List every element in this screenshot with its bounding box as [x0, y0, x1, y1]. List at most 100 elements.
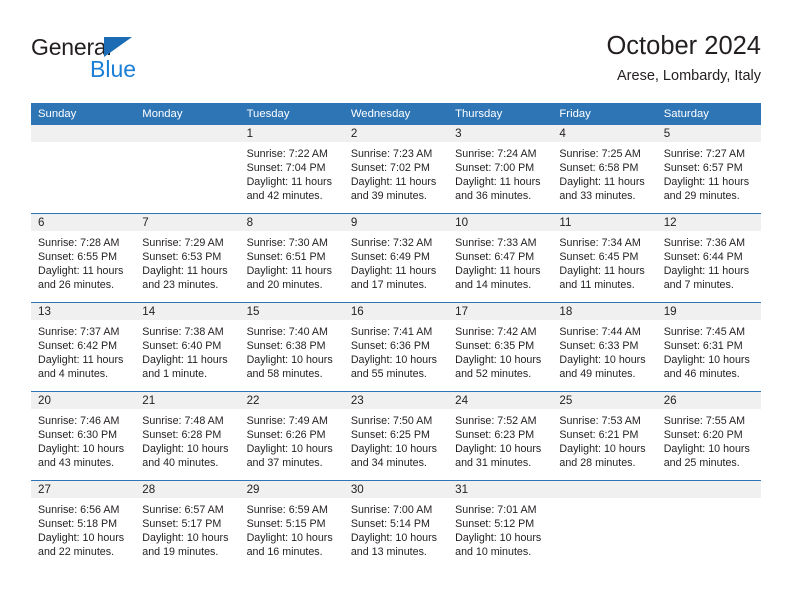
day-number: 30: [343, 481, 449, 498]
day-details: Sunrise: 7:45 AM Sunset: 6:31 PM Daylight:…: [657, 320, 761, 381]
calendar-day-cell[interactable]: 1 Sunrise: 7:22 AM Sunset: 7:04 PM Daylight…: [239, 125, 344, 214]
calendar-day-cell[interactable]: 10 Sunrise: 7:33 AM Sunset: 6:47 PM Dayligh…: [448, 213, 553, 303]
daylight-hours-text: Daylight: 10 hours: [455, 354, 542, 367]
day-number: 10: [448, 214, 553, 231]
sunrise-text: Sunrise: 7:30 AM: [246, 237, 328, 249]
daylight-hours-text: Daylight: 10 hours: [142, 443, 229, 456]
daylight-minutes-text: and 36 minutes.: [455, 190, 532, 203]
sunrise-text: Sunrise: 7:50 AM: [350, 415, 433, 427]
calendar-day-cell[interactable]: 11 Sunrise: 7:34 AM Sunset: 6:45 PM Dayligh…: [552, 213, 657, 303]
sunset-text: Sunset: 6:20 PM: [663, 429, 743, 442]
calendar-day-cell[interactable]: 15 Sunrise: 7:40 AM Sunset: 6:38 PM Dayligh…: [239, 302, 344, 392]
daylight-hours-text: Daylight: 11 hours: [350, 265, 437, 278]
daylight-minutes-text: and 16 minutes.: [246, 546, 323, 559]
sunrise-text: Sunrise: 6:57 AM: [142, 504, 224, 516]
weekday-header-wednesday: Wednesday: [343, 103, 449, 125]
daylight-hours-text: Daylight: 11 hours: [663, 265, 750, 278]
day-number: 16: [343, 303, 449, 320]
daylight-minutes-text: and 14 minutes.: [455, 279, 532, 292]
calendar-day-cell[interactable]: 20 Sunrise: 7:46 AM Sunset: 6:30 PM Dayligh…: [31, 391, 136, 481]
daylight-minutes-text: and 13 minutes.: [350, 546, 427, 559]
calendar-day-cell[interactable]: 14 Sunrise: 7:38 AM Sunset: 6:40 PM Dayligh…: [135, 302, 240, 392]
daylight-hours-text: Daylight: 10 hours: [663, 443, 750, 456]
daylight-minutes-text: and 43 minutes.: [38, 457, 115, 470]
calendar-day-cell[interactable]: 31 Sunrise: 7:01 AM Sunset: 5:12 PM Dayligh…: [448, 480, 553, 569]
calendar-day-cell[interactable]: 13 Sunrise: 7:37 AM Sunset: 6:42 PM Dayligh…: [31, 302, 136, 392]
sunset-text: Sunset: 6:30 PM: [38, 429, 118, 442]
sunset-text: Sunset: 6:35 PM: [455, 340, 535, 353]
daylight-minutes-text: and 10 minutes.: [455, 546, 532, 559]
calendar-day-cell-empty: [31, 125, 136, 214]
calendar-day-cell[interactable]: 30 Sunrise: 7:00 AM Sunset: 5:14 PM Dayligh…: [343, 480, 449, 569]
calendar-day-cell[interactable]: 19 Sunrise: 7:45 AM Sunset: 6:31 PM Dayligh…: [656, 302, 761, 392]
sunset-text: Sunset: 6:47 PM: [455, 251, 535, 264]
day-number: 27: [31, 481, 136, 498]
calendar-day-cell[interactable]: 18 Sunrise: 7:44 AM Sunset: 6:33 PM Dayligh…: [552, 302, 657, 392]
sunset-text: Sunset: 6:33 PM: [559, 340, 639, 353]
calendar-day-cell[interactable]: 3 Sunrise: 7:24 AM Sunset: 7:00 PM Daylight…: [448, 125, 553, 214]
day-details: Sunrise: 7:01 AM Sunset: 5:12 PM Daylight:…: [448, 498, 552, 559]
sunset-text: Sunset: 7:00 PM: [455, 162, 535, 175]
day-details: Sunrise: 7:40 AM Sunset: 6:38 PM Daylight:…: [240, 320, 344, 381]
general-blue-logo: General Blue: [31, 34, 231, 90]
calendar-day-cell[interactable]: 7 Sunrise: 7:29 AM Sunset: 6:53 PM Daylight…: [135, 213, 240, 303]
calendar-day-cell[interactable]: 5 Sunrise: 7:27 AM Sunset: 6:57 PM Daylight…: [656, 125, 761, 214]
calendar-day-cell[interactable]: 6 Sunrise: 7:28 AM Sunset: 6:55 PM Daylight…: [31, 213, 136, 303]
daylight-hours-text: Daylight: 10 hours: [559, 443, 646, 456]
day-number: [135, 125, 240, 142]
day-number: [31, 125, 136, 142]
sunset-text: Sunset: 6:38 PM: [246, 340, 326, 353]
calendar-day-cell[interactable]: 27 Sunrise: 6:56 AM Sunset: 5:18 PM Dayligh…: [31, 480, 136, 569]
sunrise-text: Sunrise: 7:22 AM: [246, 148, 328, 160]
daylight-hours-text: Daylight: 10 hours: [38, 532, 125, 545]
daylight-minutes-text: and 55 minutes.: [350, 368, 427, 381]
calendar-day-cell[interactable]: 12 Sunrise: 7:36 AM Sunset: 6:44 PM Dayligh…: [656, 213, 761, 303]
sunrise-text: Sunrise: 7:32 AM: [350, 237, 433, 249]
sunrise-text: Sunrise: 7:37 AM: [38, 326, 120, 338]
calendar-day-cell[interactable]: 28 Sunrise: 6:57 AM Sunset: 5:17 PM Dayligh…: [135, 480, 240, 569]
sunrise-text: Sunrise: 6:59 AM: [246, 504, 328, 516]
day-number: 7: [135, 214, 240, 231]
calendar-day-cell[interactable]: 9 Sunrise: 7:32 AM Sunset: 6:49 PM Daylight…: [343, 213, 449, 303]
day-details: Sunrise: 7:22 AM Sunset: 7:04 PM Daylight:…: [240, 142, 344, 203]
calendar-day-cell[interactable]: 17 Sunrise: 7:42 AM Sunset: 6:35 PM Dayligh…: [448, 302, 553, 392]
calendar-week-row: 20 Sunrise: 7:46 AM Sunset: 6:30 PM Dayligh…: [31, 391, 761, 481]
day-number: 20: [31, 392, 136, 409]
daylight-minutes-text: and 19 minutes.: [142, 546, 219, 559]
day-number: 5: [656, 125, 761, 142]
calendar-day-cell[interactable]: 2 Sunrise: 7:23 AM Sunset: 7:02 PM Daylight…: [343, 125, 449, 214]
day-number: 17: [448, 303, 553, 320]
daylight-minutes-text: and 20 minutes.: [246, 279, 323, 292]
sunrise-text: Sunrise: 7:53 AM: [559, 415, 641, 427]
sunrise-text: Sunrise: 7:52 AM: [455, 415, 537, 427]
calendar-day-cell[interactable]: 8 Sunrise: 7:30 AM Sunset: 6:51 PM Daylight…: [239, 213, 344, 303]
calendar-day-cell[interactable]: 4 Sunrise: 7:25 AM Sunset: 6:58 PM Daylight…: [552, 125, 657, 214]
sunset-text: Sunset: 6:40 PM: [142, 340, 222, 353]
day-number: [552, 481, 657, 498]
daylight-minutes-text: and 25 minutes.: [663, 457, 740, 470]
calendar-day-cell[interactable]: 25 Sunrise: 7:53 AM Sunset: 6:21 PM Dayligh…: [552, 391, 657, 481]
calendar-day-cell[interactable]: 26 Sunrise: 7:55 AM Sunset: 6:20 PM Dayligh…: [656, 391, 761, 481]
weekday-header-monday: Monday: [135, 103, 240, 125]
calendar-day-cell[interactable]: 22 Sunrise: 7:49 AM Sunset: 6:26 PM Dayligh…: [239, 391, 344, 481]
sunrise-text: Sunrise: 7:46 AM: [38, 415, 120, 427]
calendar-day-cell[interactable]: 24 Sunrise: 7:52 AM Sunset: 6:23 PM Dayligh…: [448, 391, 553, 481]
day-number: 23: [343, 392, 449, 409]
calendar-body: 1 Sunrise: 7:22 AM Sunset: 7:04 PM Daylight…: [31, 125, 761, 569]
daylight-hours-text: Daylight: 11 hours: [38, 265, 124, 278]
day-details: Sunrise: 7:33 AM Sunset: 6:47 PM Daylight:…: [448, 231, 552, 292]
sunset-text: Sunset: 6:36 PM: [350, 340, 430, 353]
daylight-minutes-text: and 22 minutes.: [38, 546, 115, 559]
sunrise-text: Sunrise: 7:27 AM: [663, 148, 746, 160]
title-block: October 2024 Arese, Lombardy, Italy: [606, 30, 761, 87]
calendar-day-cell[interactable]: 16 Sunrise: 7:41 AM Sunset: 6:36 PM Dayligh…: [343, 302, 449, 392]
daylight-hours-text: Daylight: 11 hours: [455, 176, 541, 189]
daylight-minutes-text: and 7 minutes.: [663, 279, 734, 292]
calendar-day-cell[interactable]: 29 Sunrise: 6:59 AM Sunset: 5:15 PM Dayligh…: [239, 480, 344, 569]
sunrise-text: Sunrise: 7:44 AM: [559, 326, 641, 338]
sunset-text: Sunset: 6:57 PM: [663, 162, 743, 175]
day-number: 2: [343, 125, 449, 142]
calendar-day-cell[interactable]: 23 Sunrise: 7:50 AM Sunset: 6:25 PM Dayligh…: [343, 391, 449, 481]
sunset-text: Sunset: 6:51 PM: [246, 251, 326, 264]
calendar-day-cell[interactable]: 21 Sunrise: 7:48 AM Sunset: 6:28 PM Dayligh…: [135, 391, 240, 481]
